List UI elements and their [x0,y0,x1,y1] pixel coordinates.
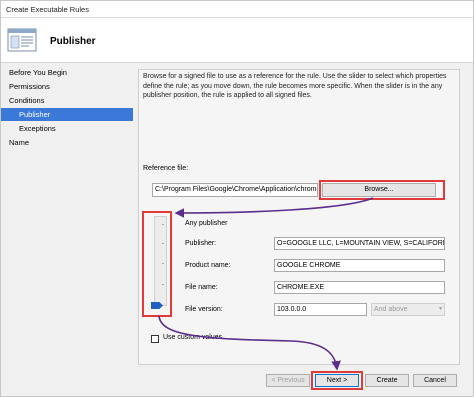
use-custom-values-checkbox[interactable] [151,335,159,343]
nav-item-exceptions[interactable]: Exceptions [1,122,133,135]
file-version-label: File version: [185,306,223,313]
product-name-field[interactable]: GOOGLE CHROME [274,259,445,272]
reference-file-label: Reference file: [143,165,189,172]
nav-item-conditions[interactable]: Conditions [1,94,133,107]
chevron-down-icon: ▾ [438,306,442,312]
any-publisher-label: Any publisher [185,220,228,227]
slider-highlight-box [142,211,172,317]
wizard-nav: Before You Begin Permissions Conditions … [1,63,133,373]
nav-item-permissions[interactable]: Permissions [1,80,133,93]
title-bar: Create Executable Rules [1,1,473,18]
previous-button[interactable]: < Previous [266,374,310,387]
version-operator-select: And above ▾ [371,303,445,316]
file-name-field[interactable]: CHROME.EXE [274,281,445,294]
publisher-label: Publisher: [185,240,217,247]
create-button[interactable]: Create [365,374,409,387]
reference-file-input[interactable]: C:\Program Files\Google\Chrome\Applicati… [152,183,318,197]
wizard-header: Publisher [1,18,473,63]
publisher-panel: Browse for a signed file to use as a ref… [138,69,460,365]
version-operator-value: And above [374,306,408,313]
nav-item-before-you-begin[interactable]: Before You Begin [1,66,133,79]
create-executable-rules-window: Create Executable Rules Publisher Before… [0,0,474,397]
use-custom-values-label: Use custom values [163,334,223,341]
file-version-field[interactable]: 103.0.0.0 [274,303,367,316]
file-name-label: File name: [185,284,218,291]
cancel-button[interactable]: Cancel [413,374,457,387]
description-text: Browse for a signed file to use as a ref… [143,73,447,100]
next-highlight-box [311,371,363,390]
nav-item-publisher[interactable]: Publisher [1,108,133,121]
page-title: Publisher [50,36,96,47]
publisher-field[interactable]: O=GOOGLE LLC, L=MOUNTAIN VIEW, S=CALIFOR… [274,237,445,250]
product-name-label: Product name: [185,262,231,269]
window-title: Create Executable Rules [6,5,89,14]
browse-highlight-box [319,180,445,200]
nav-item-name[interactable]: Name [1,136,133,149]
rules-wizard-icon [7,28,37,52]
